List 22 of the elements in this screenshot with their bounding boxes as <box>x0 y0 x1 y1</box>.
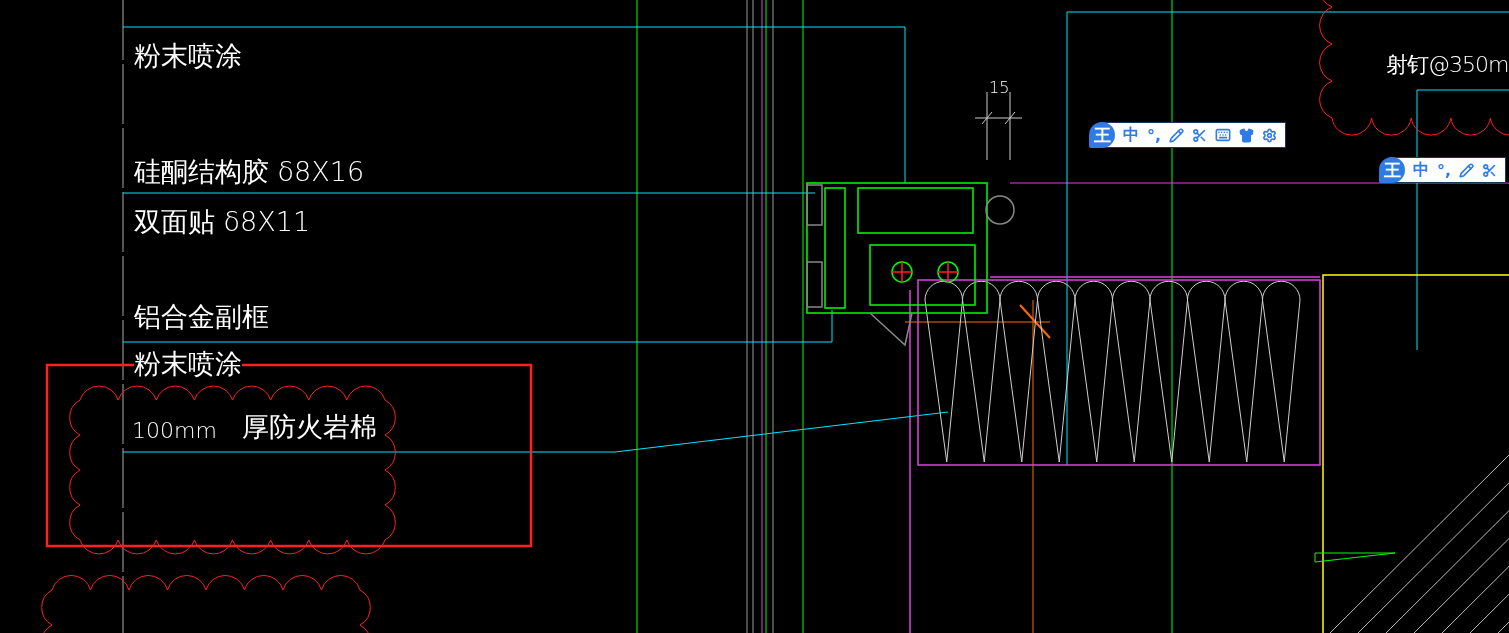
pen-icon[interactable] <box>1169 127 1185 143</box>
ime-logo[interactable]: 王 <box>1379 157 1405 183</box>
annotation-text: 硅酮结构胶 δ8X16 <box>134 158 365 185</box>
annotation-text: 射钉@350m <box>1386 54 1509 76</box>
settings-icon[interactable] <box>1262 127 1278 143</box>
shirt-icon[interactable] <box>1239 127 1255 143</box>
annotation-text: 铝合金副框 <box>134 303 269 330</box>
annotation-text: 粉末喷涂 <box>134 350 242 377</box>
punctuation-toggle[interactable]: °, <box>1147 125 1162 145</box>
input-mode-toggle[interactable]: 中 <box>1413 159 1429 181</box>
input-mode-toggle[interactable]: 中 <box>1123 124 1139 146</box>
scissors-icon[interactable] <box>1482 162 1498 178</box>
dimension-text: 15 <box>989 80 1010 96</box>
annotation-text: 粉末喷涂 <box>134 42 242 69</box>
annotation-text: 厚防火岩棉 <box>242 413 377 440</box>
ime-logo[interactable]: 王 <box>1089 122 1115 148</box>
keyboard-icon[interactable] <box>1215 127 1232 143</box>
dimension-drawing <box>974 91 1023 161</box>
scissors-icon[interactable] <box>1192 127 1208 143</box>
pen-icon[interactable] <box>1459 162 1475 178</box>
annotation-text: 双面贴 δ8X11 <box>134 208 311 235</box>
punctuation-toggle[interactable]: °, <box>1437 160 1452 180</box>
